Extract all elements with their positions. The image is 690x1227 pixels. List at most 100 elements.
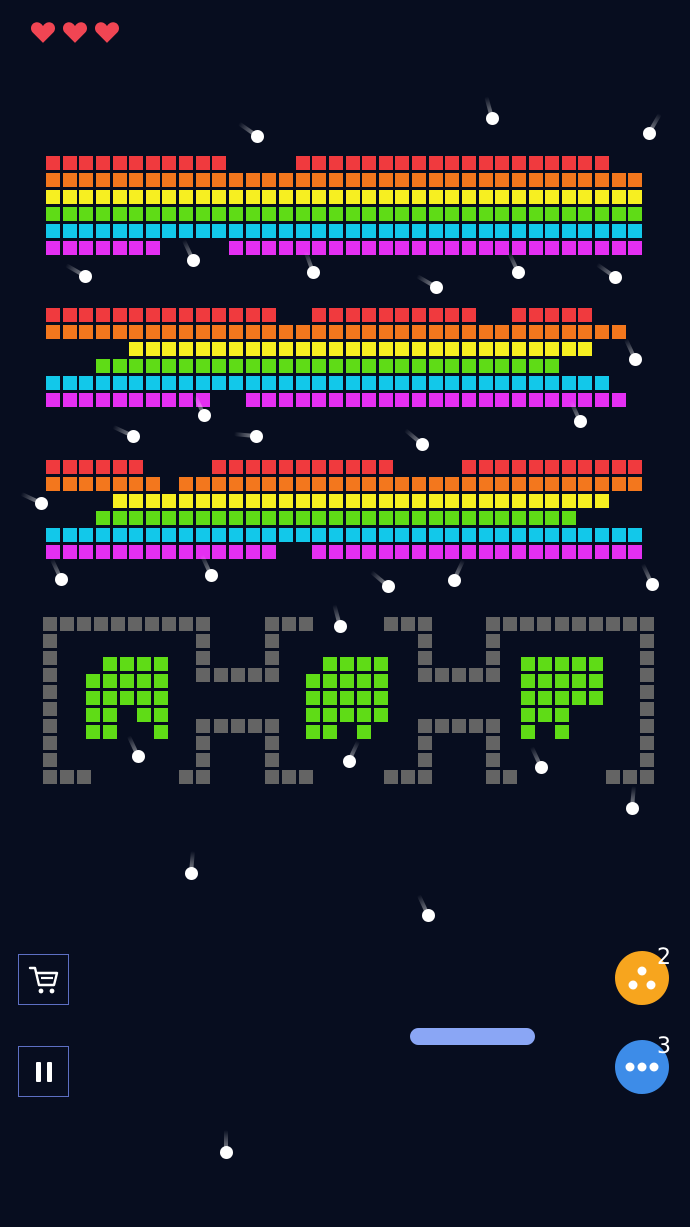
brick (63, 308, 77, 322)
brick (96, 325, 110, 339)
wall-block (196, 719, 210, 733)
brick (479, 460, 493, 474)
brick (362, 528, 376, 542)
brick (512, 477, 526, 491)
shop-button[interactable] (18, 954, 69, 1005)
brick (246, 528, 260, 542)
brick (329, 359, 343, 373)
brick (529, 190, 543, 204)
brick (495, 393, 509, 407)
wall-block (179, 770, 193, 784)
wall-block (77, 770, 91, 784)
brick (179, 190, 193, 204)
brick (262, 477, 276, 491)
brick (495, 224, 509, 238)
brick (113, 376, 127, 390)
brick (628, 241, 642, 255)
ball (535, 761, 548, 774)
wall-block (537, 617, 551, 631)
brick (578, 342, 592, 356)
brick (445, 207, 459, 221)
split-ball-powerup[interactable]: 2 (615, 945, 671, 1005)
green-brick (357, 708, 371, 722)
ball (448, 574, 461, 587)
brick (296, 173, 310, 187)
brick (445, 494, 459, 508)
brick (462, 376, 476, 390)
brick (429, 308, 443, 322)
brick (445, 325, 459, 339)
brick (346, 393, 360, 407)
brick (296, 207, 310, 221)
brick (412, 545, 426, 559)
brick (379, 308, 393, 322)
brick (462, 156, 476, 170)
multi-ball-powerup[interactable]: 3 (615, 1034, 671, 1094)
brick (412, 359, 426, 373)
brick (395, 528, 409, 542)
wall-block (128, 617, 142, 631)
brick (262, 393, 276, 407)
brick (412, 325, 426, 339)
brick (146, 342, 160, 356)
brick (545, 393, 559, 407)
brick (529, 545, 543, 559)
brick (545, 173, 559, 187)
brick (79, 376, 93, 390)
ball (187, 254, 200, 267)
brick (246, 376, 260, 390)
brick (545, 460, 559, 474)
brick (96, 156, 110, 170)
wall-block (486, 770, 500, 784)
pause-button[interactable] (18, 1046, 69, 1097)
brick (179, 207, 193, 221)
brick (229, 545, 243, 559)
brick (129, 207, 143, 221)
ball (430, 281, 443, 294)
brick (196, 528, 210, 542)
brick (246, 477, 260, 491)
wall-block (214, 719, 228, 733)
brick (429, 376, 443, 390)
brick (395, 342, 409, 356)
wall-block (282, 617, 296, 631)
brick (362, 376, 376, 390)
brick (312, 528, 326, 542)
brick (562, 528, 576, 542)
brick (612, 545, 626, 559)
wall-block (94, 617, 108, 631)
brick (395, 190, 409, 204)
brick (113, 173, 127, 187)
brick (279, 511, 293, 525)
brick (146, 190, 160, 204)
brick (63, 156, 77, 170)
green-brick (521, 725, 535, 739)
brick (279, 207, 293, 221)
wall-block (248, 719, 262, 733)
wall-block (43, 753, 57, 767)
brick (562, 173, 576, 187)
brick (196, 376, 210, 390)
wall-block (43, 719, 57, 733)
paddle[interactable] (410, 1028, 535, 1045)
brick (63, 545, 77, 559)
brick (379, 342, 393, 356)
brick (362, 173, 376, 187)
brick (229, 224, 243, 238)
brick (495, 325, 509, 339)
brick (79, 224, 93, 238)
wall-block (43, 702, 57, 716)
wall-block (265, 617, 279, 631)
brick (312, 477, 326, 491)
brick (129, 545, 143, 559)
brick (229, 207, 243, 221)
brick (562, 224, 576, 238)
brick (113, 190, 127, 204)
brick (246, 308, 260, 322)
brick (179, 545, 193, 559)
wall-block (623, 617, 637, 631)
brick (113, 359, 127, 373)
wall-block (486, 634, 500, 648)
brick (279, 325, 293, 339)
brick (229, 477, 243, 491)
